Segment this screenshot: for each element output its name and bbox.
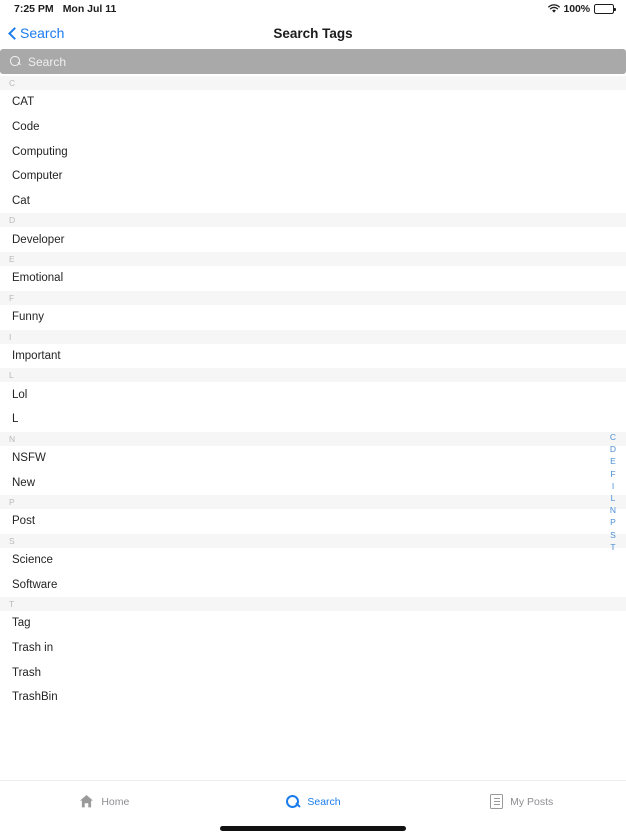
search-bar-container: Search	[0, 48, 626, 76]
index-letter[interactable]: F	[607, 468, 619, 480]
index-letter[interactable]: N	[607, 504, 619, 516]
page-title: Search Tags	[273, 25, 353, 41]
tab-home[interactable]: Home	[0, 781, 209, 822]
search-input[interactable]: Search	[0, 49, 626, 74]
status-bar-left: 7:25 PM Mon Jul 11	[14, 3, 116, 15]
tag-row[interactable]: Cat	[0, 188, 626, 214]
tab-my-posts-label: My Posts	[510, 795, 554, 808]
chevron-left-icon	[8, 26, 17, 40]
index-letter[interactable]: E	[607, 455, 619, 467]
index-letter[interactable]: I	[607, 480, 619, 492]
section-header: N	[0, 431, 626, 446]
section-header: T	[0, 597, 626, 611]
index-letter[interactable]: P	[607, 516, 619, 528]
status-bar-right: 100%	[547, 3, 616, 15]
tag-row[interactable]: CAT	[0, 90, 626, 115]
search-icon	[10, 56, 21, 67]
tag-list-area[interactable]: C CAT Code Computing Computer Cat D Developer E E…	[0, 76, 626, 780]
tag-row[interactable]: New	[0, 470, 626, 495]
section-index-bar[interactable]: CDEFILNPST	[607, 431, 619, 553]
home-indicator[interactable]	[220, 826, 406, 831]
tag-list: C CAT Code Computing Computer Cat D Developer E E…	[0, 76, 626, 710]
index-letter[interactable]: D	[607, 443, 619, 455]
home-indicator-area	[0, 822, 626, 835]
tab-my-posts[interactable]: My Posts	[417, 781, 626, 822]
search-placeholder: Search	[28, 54, 67, 69]
tag-row[interactable]: Trash	[0, 660, 626, 686]
document-list-icon	[490, 794, 504, 809]
tag-row[interactable]: Emotional	[0, 266, 626, 291]
tag-row[interactable]: TrashBin	[0, 685, 626, 710]
back-button[interactable]: Search	[0, 25, 64, 41]
tag-row[interactable]: Funny	[0, 304, 626, 330]
section-header: P	[0, 494, 626, 509]
battery-percent-label: 100%	[563, 3, 591, 15]
section-header: L	[0, 368, 626, 383]
tag-row[interactable]: Computing	[0, 139, 626, 165]
tag-row[interactable]: Computer	[0, 164, 626, 189]
status-time: 7:25 PM	[14, 3, 54, 15]
index-letter[interactable]: S	[607, 529, 619, 541]
index-letter[interactable]: L	[607, 492, 619, 504]
app-root: 7:25 PM Mon Jul 11 100% Search Search Ta…	[0, 0, 626, 835]
tag-row[interactable]: Lol	[0, 382, 626, 407]
section-header: C	[0, 76, 626, 90]
search-icon	[285, 794, 300, 809]
section-header: F	[0, 290, 626, 305]
section-header: I	[0, 329, 626, 344]
back-button-label: Search	[20, 25, 65, 41]
tag-row[interactable]: L	[0, 406, 626, 432]
tag-row[interactable]: Code	[0, 114, 626, 140]
tag-row[interactable]: Tag	[0, 611, 626, 636]
index-letter[interactable]: C	[607, 431, 619, 443]
navigation-bar: Search Search Tags	[0, 18, 626, 48]
tag-row[interactable]: NSFW	[0, 445, 626, 471]
wifi-icon	[547, 4, 560, 14]
tag-row[interactable]: Software	[0, 572, 626, 597]
section-header: S	[0, 533, 626, 548]
index-letter[interactable]: T	[607, 541, 619, 553]
tag-row[interactable]: Post	[0, 508, 626, 534]
tab-search[interactable]: Search	[209, 781, 418, 822]
tab-bar: Home Search My Posts	[0, 780, 626, 822]
tab-search-label: Search	[307, 795, 341, 808]
tag-row[interactable]: Science	[0, 547, 626, 573]
tag-row[interactable]: Important	[0, 343, 626, 369]
home-icon	[79, 794, 94, 809]
tab-home-label: Home	[101, 795, 130, 808]
tag-row[interactable]: Developer	[0, 227, 626, 253]
section-header: D	[0, 213, 626, 228]
section-header: E	[0, 252, 626, 267]
tag-row[interactable]: Trash in	[0, 635, 626, 661]
status-bar: 7:25 PM Mon Jul 11 100%	[0, 0, 626, 18]
status-date: Mon Jul 11	[62, 3, 117, 15]
battery-full-icon	[594, 4, 616, 14]
